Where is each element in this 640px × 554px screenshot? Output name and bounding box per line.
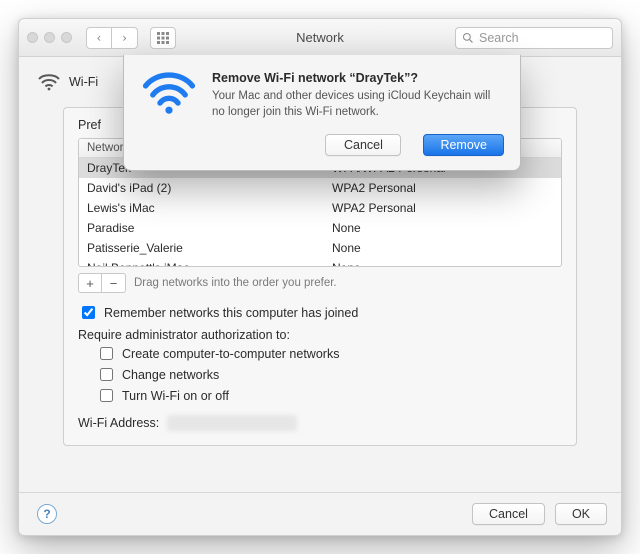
cell-network-name: Paradise [79,218,324,238]
opt-create-c2c-input[interactable] [100,347,113,360]
require-auth-options: Create computer-to-computer networks Cha… [78,344,562,405]
cell-security: None [324,258,561,266]
search-icon [462,32,474,44]
cell-security: WPA2 Personal [324,198,561,218]
chevron-right-icon: › [121,31,128,45]
under-table: + − Drag networks into the order you pre… [78,273,562,293]
sheet-icon [140,71,198,156]
preferences-window: ‹ › Network Search Wi-Fi Pref Network Na… [18,18,622,536]
wifi-address-value-redacted [167,415,297,431]
chevron-left-icon: ‹ [95,31,102,45]
remember-checkbox-input[interactable] [82,306,95,319]
close-window-button[interactable] [27,32,38,43]
drag-hint: Drag networks into the order you prefer. [134,277,337,289]
remove-network-button[interactable]: − [102,273,126,293]
grid-icon [157,32,169,44]
cell-network-name: David's iPad (2) [79,178,324,198]
wifi-icon [142,71,196,117]
minimize-window-button[interactable] [44,32,55,43]
search-placeholder: Search [479,31,519,45]
wifi-address-row: Wi-Fi Address: [78,415,562,431]
remember-label: Remember networks this computer has join… [104,306,358,320]
ok-button[interactable]: OK [555,503,607,525]
add-remove-buttons: + − [78,273,126,293]
forward-button[interactable]: › [112,27,138,49]
opt-turn-wifi-label: Turn Wi-Fi on or off [122,389,229,403]
table-body: DrayTekWPA/WPA2 PersonalDavid's iPad (2)… [79,158,561,266]
sheet-message: Remove Wi-Fi network “DrayTek”? Your Mac… [212,71,504,156]
require-auth-label: Require administrator authorization to: [78,328,562,342]
opt-turn-wifi[interactable]: Turn Wi-Fi on or off [96,386,562,405]
zoom-window-button[interactable] [61,32,72,43]
search-field[interactable]: Search [455,27,613,49]
titlebar: ‹ › Network Search [19,19,621,57]
confirm-sheet: Remove Wi-Fi network “DrayTek”? Your Mac… [123,55,521,171]
opt-change-networks[interactable]: Change networks [96,365,562,384]
remember-networks-checkbox[interactable]: Remember networks this computer has join… [78,303,562,322]
table-row[interactable]: Neil Bennett's iMacNone [79,258,561,266]
cancel-button[interactable]: Cancel [472,503,545,525]
show-all-button[interactable] [150,27,176,49]
opt-create-c2c[interactable]: Create computer-to-computer networks [96,344,562,363]
cell-network-name: Patisserie_Valerie [79,238,324,258]
opt-turn-wifi-input[interactable] [100,389,113,402]
sheet-title: Remove Wi-Fi network “DrayTek”? [212,71,504,85]
sheet-remove-button[interactable]: Remove [423,134,504,156]
wifi-icon [37,73,61,91]
window-controls [27,32,72,43]
sheet-buttons: Cancel Remove [212,134,504,156]
cell-network-name: Lewis's iMac [79,198,324,218]
add-network-button[interactable]: + [78,273,102,293]
cell-security: None [324,238,561,258]
cell-security: WPA2 Personal [324,178,561,198]
wifi-address-label: Wi-Fi Address: [78,416,159,430]
table-row[interactable]: Lewis's iMacWPA2 Personal [79,198,561,218]
sheet-body: Your Mac and other devices using iCloud … [212,89,504,120]
help-button[interactable]: ? [37,504,57,524]
back-button[interactable]: ‹ [86,27,112,49]
cell-security: None [324,218,561,238]
opt-change-networks-input[interactable] [100,368,113,381]
table-row[interactable]: Patisserie_ValerieNone [79,238,561,258]
footer: ? Cancel OK [19,492,621,535]
opt-change-networks-label: Change networks [122,368,219,382]
cell-network-name: Neil Bennett's iMac [79,258,324,266]
table-row[interactable]: ParadiseNone [79,218,561,238]
wifi-label: Wi-Fi [69,75,98,89]
opt-create-c2c-label: Create computer-to-computer networks [122,347,339,361]
table-row[interactable]: David's iPad (2)WPA2 Personal [79,178,561,198]
nav-buttons: ‹ › [86,27,138,49]
sheet-cancel-button[interactable]: Cancel [325,134,401,156]
